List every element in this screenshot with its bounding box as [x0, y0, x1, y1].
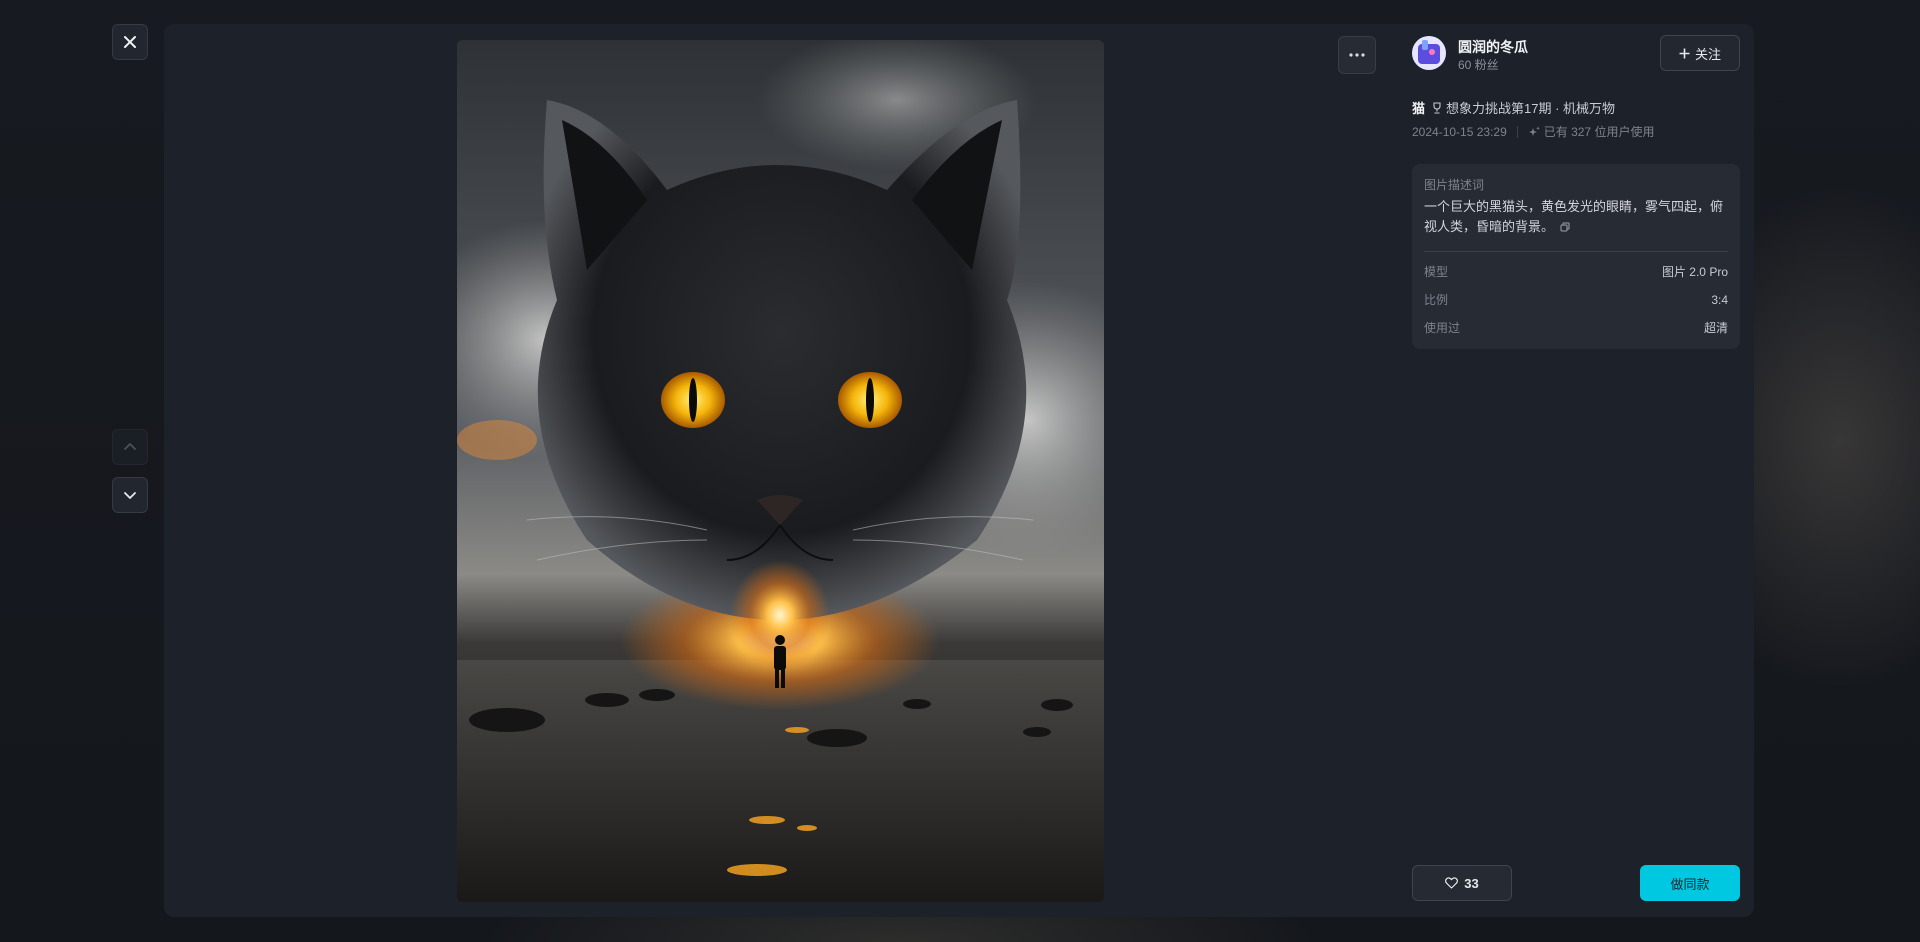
heart-icon	[1445, 877, 1459, 889]
cat-artwork	[457, 40, 1104, 902]
detail-row-used: 使用过 超清	[1424, 320, 1728, 348]
usage-count: 已有 327 位用户使用	[1528, 123, 1655, 140]
like-count: 33	[1464, 875, 1479, 891]
prompt-card: 图片描述词 一个巨大的黑猫头，黄色发光的眼睛，雾气四起，俯视人类，昏暗的背景。 …	[1412, 164, 1740, 349]
detail-row-model: 模型 图片 2.0 Pro	[1424, 264, 1728, 292]
follow-button[interactable]: 关注	[1660, 35, 1740, 71]
close-icon	[124, 36, 136, 48]
avatar[interactable]	[1412, 36, 1446, 70]
detail-value: 超清	[1703, 320, 1728, 335]
meta-divider	[1516, 125, 1518, 138]
avatar-image	[1412, 36, 1446, 70]
like-button[interactable]: 33	[1412, 865, 1512, 901]
chevron-down-icon	[124, 492, 136, 499]
generated-image[interactable]	[457, 40, 1104, 902]
plus-icon	[1679, 48, 1690, 58]
author-name[interactable]: 圆润的冬瓜	[1458, 37, 1528, 57]
more-icon	[1349, 53, 1365, 57]
sparkle-icon	[1528, 126, 1540, 136]
more-options-button[interactable]	[1338, 36, 1376, 74]
close-button[interactable]	[112, 24, 148, 60]
follow-label: 关注	[1694, 46, 1721, 62]
previous-button[interactable]	[112, 429, 148, 465]
usage-label: 已有 327 位用户使用	[1543, 125, 1655, 139]
next-button[interactable]	[112, 477, 148, 513]
post-tags: 猫 想象力挑战第17期 · 机械万物	[1412, 98, 1615, 117]
prompt-text-block: 一个巨大的黑猫头，黄色发光的眼睛，雾气四起，俯视人类，昏暗的背景。	[1424, 197, 1728, 238]
detail-row-ratio: 比例 3:4	[1424, 292, 1728, 320]
category-tag[interactable]: 猫	[1412, 98, 1425, 117]
detail-value: 3:4	[1711, 292, 1728, 307]
activity-link[interactable]: 想象力挑战第17期 · 机械万物	[1431, 98, 1615, 117]
image-detail-modal: 圆润的冬瓜 60 粉丝 关注 猫 想象力挑战第17期 · 机械万物 2024-1…	[164, 24, 1754, 917]
post-date: 2024-10-15 23:29	[1412, 124, 1507, 139]
post-meta: 2024-10-15 23:29 已有 327 位用户使用	[1412, 123, 1654, 140]
detail-value: 图片 2.0 Pro	[1661, 264, 1728, 279]
copy-icon	[1560, 222, 1570, 232]
prompt-title: 图片描述词	[1424, 178, 1485, 192]
chevron-up-icon	[124, 443, 136, 450]
activity-label: 想象力挑战第17期 · 机械万物	[1446, 101, 1616, 116]
detail-key: 模型	[1424, 264, 1449, 279]
prompt-text: 一个巨大的黑猫头，黄色发光的眼睛，雾气四起，俯视人类，昏暗的背景。	[1424, 199, 1724, 234]
copy-prompt-button[interactable]	[1560, 218, 1570, 238]
detail-panel: 圆润的冬瓜 60 粉丝 关注 猫 想象力挑战第17期 · 机械万物 2024-1…	[1412, 24, 1740, 917]
detail-key: 比例	[1424, 292, 1449, 307]
trophy-icon	[1433, 101, 1441, 114]
make-same-button[interactable]: 做同款	[1640, 865, 1740, 901]
author-fans-count: 60 粉丝	[1458, 58, 1499, 72]
detail-key: 使用过	[1424, 320, 1461, 335]
card-divider	[1424, 250, 1728, 252]
